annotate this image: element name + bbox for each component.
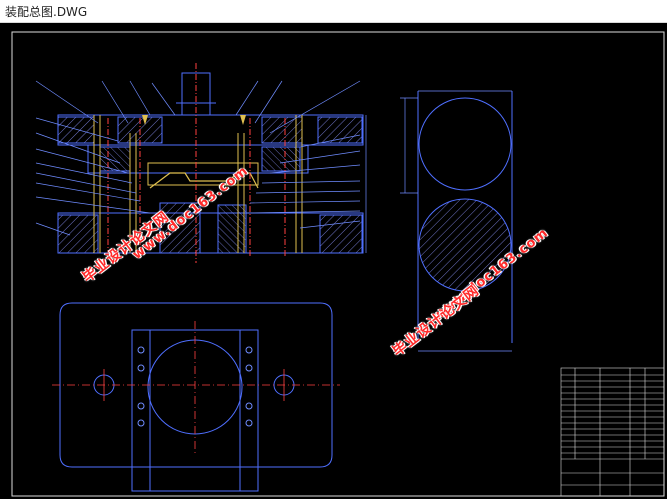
cad-drawing[interactable]	[0, 23, 667, 499]
drawing-canvas[interactable]: www.doc163.com 毕业设计论文网 www.doc163.com 毕业…	[0, 23, 667, 499]
window-titlebar: 装配总图.DWG	[0, 0, 667, 23]
window-title: 装配总图.DWG	[5, 5, 88, 19]
drawing-frame	[11, 31, 665, 497]
strip-layout-view	[400, 90, 513, 352]
plan-view	[52, 302, 340, 492]
section-view	[35, 63, 367, 263]
title-block	[560, 367, 665, 497]
